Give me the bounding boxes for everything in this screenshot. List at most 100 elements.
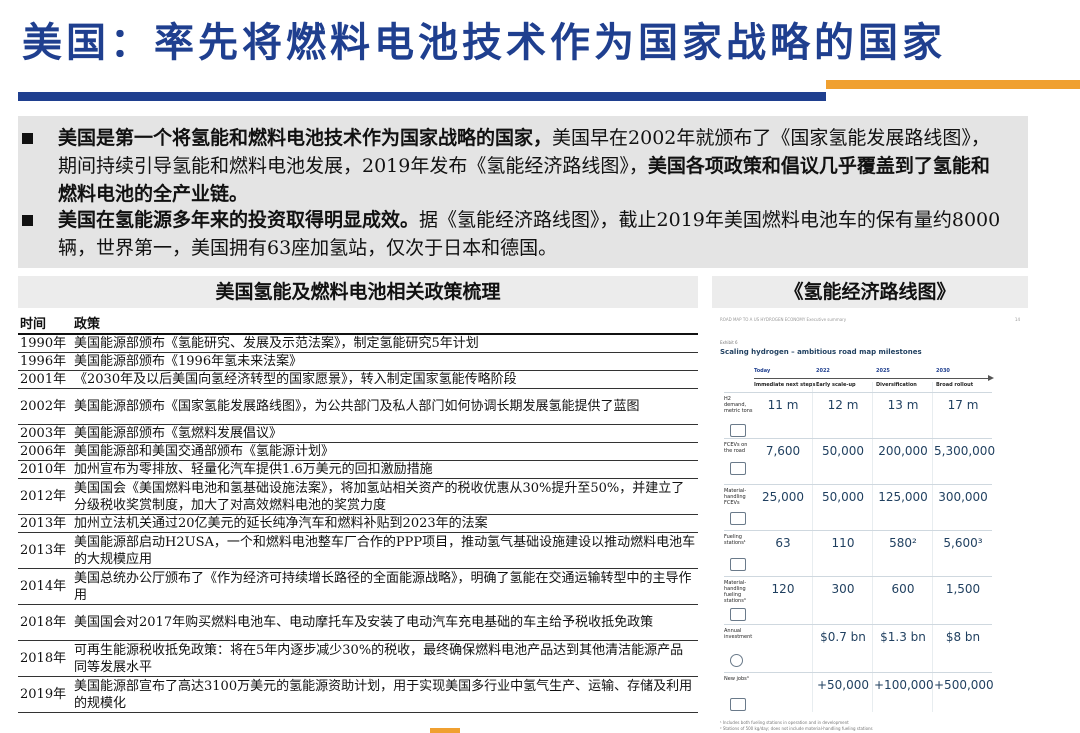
row-divider [724,624,992,625]
car-icon [730,462,746,475]
row-value: 300,000 [938,490,988,504]
row-value: 17 m [947,398,979,412]
policy-section-heading: 美国氢能及燃料电池相关政策梳理 [18,276,698,308]
period-year: 2025 [876,368,890,374]
row-value: $8 bn [945,630,981,644]
table-row: 2010年 加州宣布为零排放、轻量化汽车提供1.6万美元的回扣激励措施 [18,460,698,479]
table-row: 2012年 美国国会《美国燃料电池和氢基础设施法案》，将加氢站相关资产的税收优惠从… [18,478,698,515]
row-policy: 美国能源部和美国交通部颁布《氢能源计划》 [72,442,698,461]
row-label: New jobs⁴ [724,676,749,682]
figure-doc-header: ROAD MAP TO A US HYDROGEN ECONOMY Execut… [720,317,847,322]
period-phase: Immediate next steps [754,382,816,388]
table-row: 1996年 美国能源部颁布《1996年氢未来法案》 [18,352,698,371]
figure-page-number: 14 [1014,317,1020,322]
policy-table: 时间 政策 1990年 美国能源部颁布《氢能研究、发展及示范法案》，制定氢能研究5… [18,316,698,713]
column-divider [932,382,933,712]
row-year: 2019年 [18,676,72,713]
title-underline-blue [18,92,826,101]
table-row: 2006年 美国能源部和美国交通部颁布《氢能源计划》 [18,442,698,461]
col-header-policy: 政策 [72,316,698,335]
row-value: 120 [771,582,795,596]
table-row: 2003年 美国能源部颁布《氢燃料发展倡议》 [18,424,698,443]
period-phase: Diversification [876,382,917,388]
row-value: 50,000 [822,490,864,504]
row-value: 125,000 [878,490,928,504]
figure-exhibit-label: Exhibit 6 [720,340,738,345]
table-row: 2018年 美国国会对2017年购买燃料电池车、电动摩托车及安装了电动汽车充电基础… [18,604,698,641]
row-divider [724,530,992,531]
column-divider [872,382,873,712]
row-divider [724,484,992,485]
page-title: 美国：率先将燃料电池技术作为国家战略的国家 [22,20,946,66]
row-value: 63 [775,536,791,550]
period-year: Today [754,368,771,374]
row-label: Annual investment [724,628,753,640]
row-value: 580² [889,536,917,550]
row-year: 2002年 [18,388,72,425]
row-label: Material-handling FCEVs [724,488,747,506]
row-value: +100,000 [874,678,934,692]
row-year: 2006年 [18,442,72,461]
dollar-icon [730,654,743,667]
row-policy: 美国能源部宣布了高达3100万美元的氢能源资助计划，用于实现美国多行业中氢气生产… [72,676,698,713]
row-value: 7,600 [765,444,801,458]
row-value: 200,000 [878,444,928,458]
title-underline-orange [826,80,1080,89]
table-row: 2002年 美国能源部颁布《国家氢能发展路线图》，为公共部门及私人部门如何协调长期… [18,388,698,425]
bullet-square-icon [22,215,33,226]
table-row: 2018年 可再生能源税收抵免政策：将在5年内逐步减少30%的税收，最终确保燃料电… [18,640,698,677]
period-year: 2030 [936,368,950,374]
row-policy: 美国能源部颁布《1996年氢未来法案》 [72,352,698,371]
row-year: 2018年 [18,604,72,641]
table-row: 1990年 美国能源部颁布《氢能研究、发展及示范法案》，制定氢能研究5年计划 [18,334,698,353]
row-label: FCEVs on the road [724,442,748,454]
row-year: 2010年 [18,460,72,479]
row-year: 1990年 [18,334,72,353]
row-value: +500,000 [934,678,994,692]
row-divider [724,672,992,673]
row-year: 2013年 [18,514,72,533]
column-divider [812,382,813,712]
table-row: 2019年 美国能源部宣布了高达3100万美元的氢能源资助计划，用于实现美国多行业… [18,676,698,713]
row-policy: 《2030年及以后美国向氢经济转型的国家愿景》，转入制定国家氢能传略阶段 [72,370,698,389]
timeline-arrow-head-icon [988,375,994,381]
row-year: 2014年 [18,568,72,605]
row-value: +50,000 [816,678,870,692]
row-value: $1.3 bn [880,630,926,644]
row-year: 1996年 [18,352,72,371]
row-policy: 美国能源部颁布《氢燃料发展倡议》 [72,424,698,443]
row-policy: 美国能源部启动H2USA，一个和燃料电池整车厂合作的PPP项目，推动氢气基础设施… [72,532,698,569]
roadmap-section-heading: 《氢能经济路线图》 [712,276,1028,308]
forklift-icon [730,512,746,525]
row-policy: 加州立法机关通过20亿美元的延长纯净汽车和燃料补贴到2023年的法案 [72,514,698,533]
row-policy: 美国能源部颁布《国家氢能发展路线图》，为公共部门及私人部门如何协调长期发展氢能提… [72,388,698,425]
row-divider [724,576,992,577]
row-label: Material-handling fueling stations⁴ [724,580,747,604]
row-value: 600 [891,582,915,596]
row-policy: 美国能源部颁布《氢能研究、发展及示范法案》，制定氢能研究5年计划 [72,334,698,353]
figure-title: Scaling hydrogen – ambitious road map mi… [720,348,922,356]
period-phase: Broad rollout [936,382,974,388]
table-row: 2014年 美国总统办公厅颁布了《作为经济可持续增长路径的全面能源战略》，明确了氢… [18,568,698,605]
row-value: 11 m [767,398,799,412]
fuel-pump-icon [730,558,746,571]
row-value: 13 m [887,398,919,412]
table-header-row: 时间 政策 [18,316,698,335]
row-policy: 可再生能源税收抵免政策：将在5年内逐步减少30%的税收，最终确保燃料电池产品达到… [72,640,698,677]
period-phase: Early scale-up [816,382,856,388]
row-divider [724,392,992,393]
figure-footnote: ¹ Includes both fueling stations in oper… [720,720,849,725]
row-policy: 美国国会《美国燃料电池和氢基础设施法案》，将加氢站相关资产的税收优惠从30%提升… [72,478,698,515]
figure-footnote: ² Stations of 500 kg/day; does not inclu… [720,726,873,731]
row-value: 5,300,000 [934,444,996,458]
hydrogen-icon [730,424,746,437]
row-policy: 美国总统办公厅颁布了《作为经济可持续增长路径的全面能源战略》，明确了氢能在交通运… [72,568,698,605]
col-header-time: 时间 [18,316,72,335]
row-value: 25,000 [762,490,804,504]
fuel-pump-icon [730,608,746,621]
row-value: $0.7 bn [820,630,866,644]
row-policy: 美国国会对2017年购买燃料电池车、电动摩托车及安装了电动汽车充电基础的车主给予… [72,604,698,641]
row-year: 2003年 [18,424,72,443]
row-policy: 加州宣布为零排放、轻量化汽车提供1.6万美元的回扣激励措施 [72,460,698,479]
bullet2-bold: 美国在氢能源多年来的投资取得明显成效。 [58,209,420,231]
